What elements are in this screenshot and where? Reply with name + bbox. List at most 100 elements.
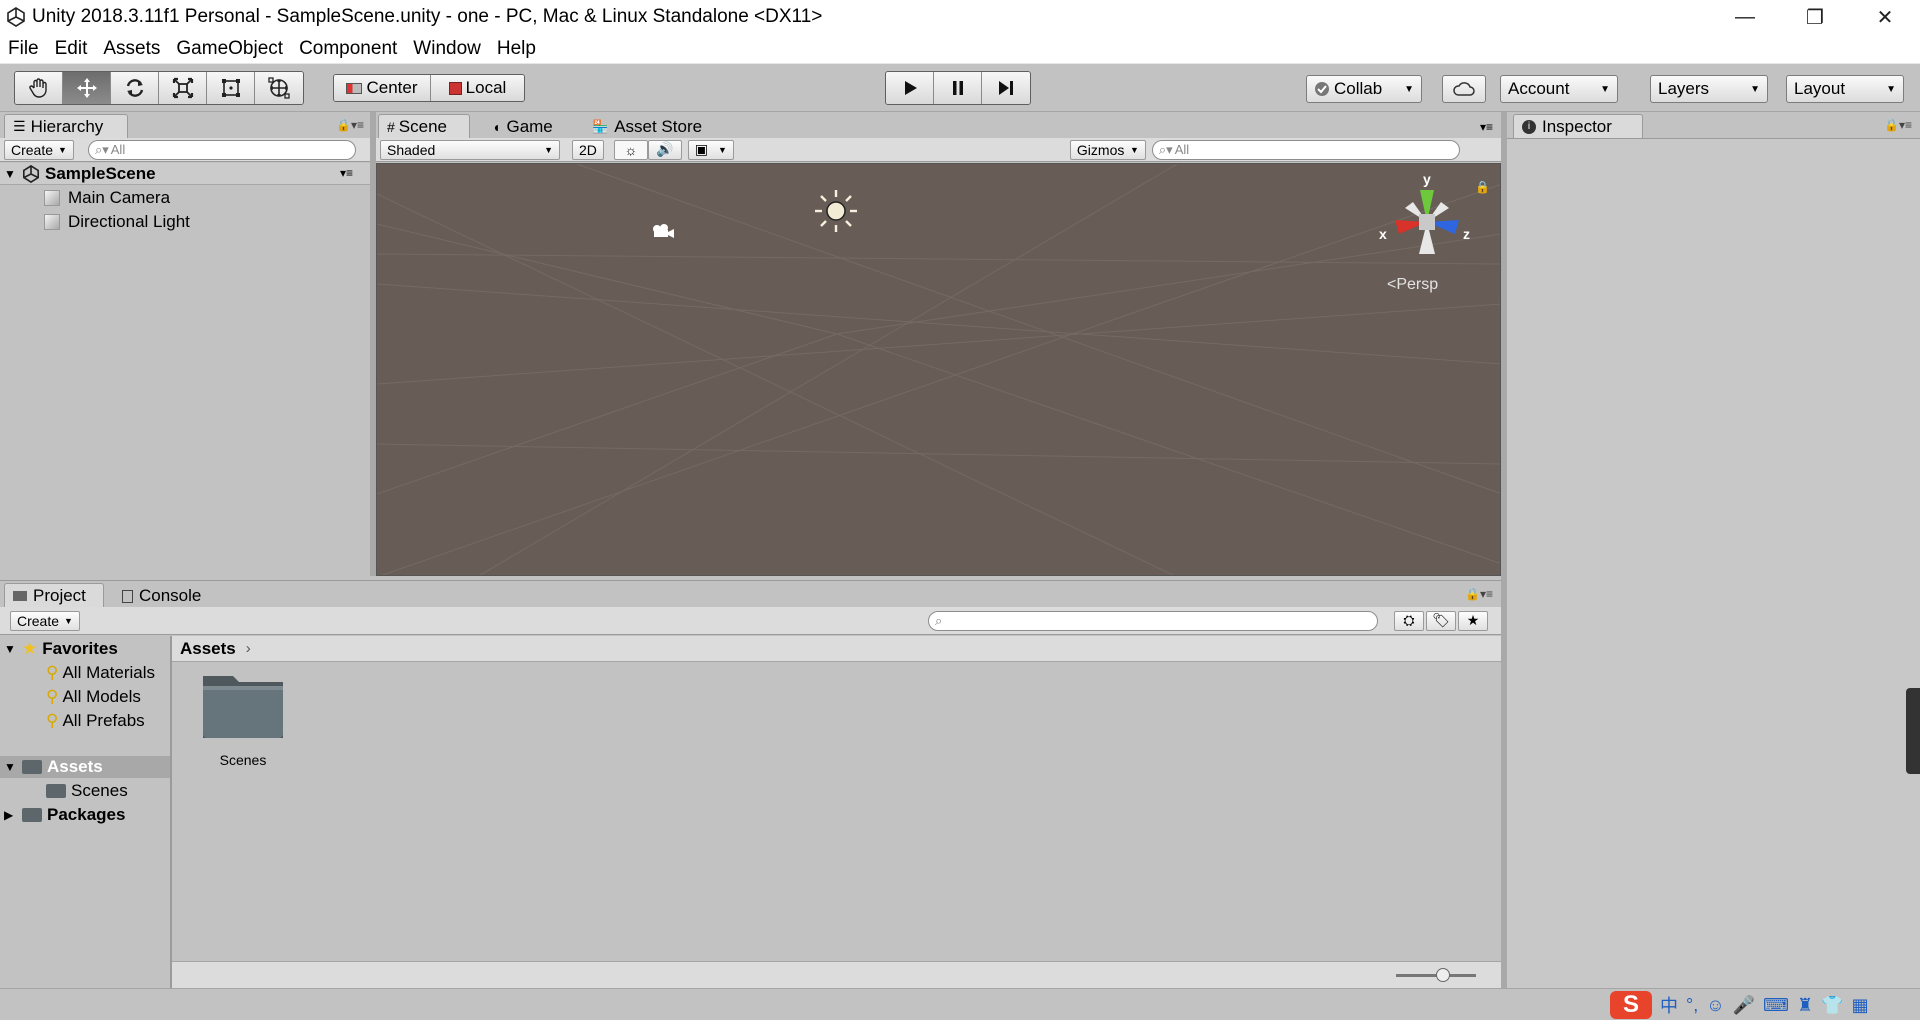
gizmos-dropdown[interactable]: Gizmos ▼ bbox=[1069, 139, 1146, 160]
restore-button[interactable]: ❐ bbox=[1780, 0, 1850, 34]
scene-panel-menu-icon[interactable]: ▾≡ bbox=[1480, 120, 1493, 134]
step-button[interactable] bbox=[982, 72, 1030, 104]
space-toggle[interactable]: Local bbox=[431, 75, 524, 101]
search-by-type-button[interactable]: ⛭ bbox=[1394, 610, 1424, 631]
effects-dropdown[interactable]: ▣ ▼ bbox=[687, 139, 734, 160]
punctuation-icon[interactable]: °, bbox=[1686, 995, 1698, 1016]
transform-tool-icon[interactable] bbox=[255, 72, 303, 104]
close-button[interactable]: ✕ bbox=[1850, 0, 1920, 34]
breadcrumb-item[interactable]: Assets bbox=[180, 639, 236, 659]
asset-store-tab-label: Asset Store bbox=[614, 117, 703, 136]
shading-dropdown[interactable]: Shaded ▼ bbox=[380, 139, 560, 160]
minimize-button[interactable]: — bbox=[1710, 0, 1780, 34]
favorite-item[interactable]: ⚲ All Materials bbox=[46, 662, 155, 684]
collab-check-icon bbox=[1315, 82, 1329, 96]
skin-icon[interactable]: 👕 bbox=[1821, 995, 1843, 1016]
project-create-button[interactable]: Create ▼ bbox=[10, 610, 80, 631]
menu-window[interactable]: Window bbox=[405, 38, 489, 60]
hand-tool-icon[interactable] bbox=[15, 72, 63, 104]
search-icon: ⌕▾ bbox=[94, 141, 109, 157]
icon-size-slider-handle[interactable] bbox=[1436, 968, 1450, 982]
title-bar: Unity 2018.3.11f1 Personal - SampleScene… bbox=[0, 0, 1920, 34]
folder-icon bbox=[22, 808, 42, 822]
tab-game[interactable]: ◖ Game bbox=[492, 115, 553, 139]
tab-asset-store[interactable]: 🏪 Asset Store bbox=[592, 115, 702, 139]
toolbox-icon[interactable]: ♜ bbox=[1797, 995, 1813, 1016]
layers-dropdown[interactable]: Layers ▼ bbox=[1650, 75, 1768, 103]
packages-row[interactable]: ▶ Packages bbox=[4, 804, 125, 826]
space-label: Local bbox=[465, 78, 507, 97]
scale-tool-icon[interactable] bbox=[159, 72, 207, 104]
assets-child-item[interactable]: Scenes bbox=[46, 780, 128, 802]
grid-menu-icon[interactable]: ▦ bbox=[1852, 995, 1869, 1016]
inspector-menu-icon[interactable]: 🔒▾≡ bbox=[1884, 118, 1912, 132]
assets-label: Assets bbox=[47, 757, 103, 776]
menu-assets[interactable]: Assets bbox=[95, 38, 168, 60]
expand-arrow-icon[interactable]: ▼ bbox=[4, 167, 22, 181]
play-button[interactable] bbox=[886, 72, 934, 104]
scene-icon bbox=[22, 165, 40, 183]
collab-dropdown[interactable]: Collab ▼ bbox=[1306, 75, 1422, 103]
image-icon: ▣ bbox=[694, 141, 709, 157]
projection-label[interactable]: <Persp bbox=[1387, 276, 1438, 294]
search-saved-icon: ⚲ bbox=[46, 663, 59, 682]
move-tool-icon[interactable] bbox=[63, 72, 111, 104]
favorite-search-button[interactable]: ★ bbox=[1458, 610, 1488, 631]
menu-file[interactable]: File bbox=[0, 38, 47, 60]
lighting-toggle[interactable]: ☼ bbox=[613, 139, 648, 160]
cloud-button[interactable] bbox=[1442, 75, 1486, 103]
hierarchy-item[interactable]: Directional Light bbox=[44, 211, 190, 233]
menu-component[interactable]: Component bbox=[291, 38, 405, 60]
tab-console[interactable]: Console bbox=[122, 584, 201, 608]
expand-arrow-icon[interactable]: ▼ bbox=[4, 760, 22, 774]
hierarchy-create-button[interactable]: Create ▼ bbox=[4, 139, 74, 160]
rect-tool-icon[interactable] bbox=[207, 72, 255, 104]
scene-options-icon[interactable]: ▾≡ bbox=[340, 166, 353, 180]
tab-hierarchy[interactable]: ☰ Hierarchy bbox=[4, 114, 128, 138]
layout-dropdown[interactable]: Layout ▼ bbox=[1786, 75, 1904, 103]
panel-menu-icon[interactable]: 🔒▾≡ bbox=[336, 118, 364, 132]
audio-toggle[interactable]: 🔊 bbox=[647, 139, 682, 160]
tab-scene[interactable]: # Scene bbox=[378, 114, 470, 138]
folder-tile[interactable]: Scenes bbox=[198, 670, 288, 780]
menu-help[interactable]: Help bbox=[489, 38, 544, 60]
inspector-tab-label: Inspector bbox=[1542, 116, 1612, 136]
scene-search-input[interactable]: ⌕▾ All bbox=[1151, 139, 1460, 160]
sogou-ime-icon[interactable]: S bbox=[1610, 991, 1652, 1019]
tab-project[interactable]: Project bbox=[4, 583, 104, 607]
menu-edit[interactable]: Edit bbox=[47, 38, 96, 60]
chinese-mode-icon[interactable]: 中 bbox=[1660, 992, 1678, 1018]
keyboard-icon[interactable]: ⌨ bbox=[1763, 995, 1789, 1016]
hierarchy-search-input[interactable]: ⌕▾ All bbox=[87, 139, 356, 160]
camera-gizmo-icon[interactable] bbox=[649, 222, 675, 240]
collapse-arrow-icon[interactable]: ▶ bbox=[4, 808, 22, 822]
orientation-gizmo[interactable]: y x z bbox=[1367, 172, 1487, 272]
pause-button[interactable] bbox=[934, 72, 982, 104]
search-by-label-button[interactable]: 🏷 bbox=[1426, 610, 1456, 631]
account-dropdown[interactable]: Account ▼ bbox=[1500, 75, 1618, 103]
project-search-input[interactable]: ⌕ bbox=[928, 610, 1378, 631]
side-dock-handle[interactable] bbox=[1906, 688, 1920, 774]
project-menu-icon[interactable]: 🔒▾≡ bbox=[1465, 587, 1493, 601]
emoji-icon[interactable]: ☺ bbox=[1706, 995, 1724, 1016]
window-title: Unity 2018.3.11f1 Personal - SampleScene… bbox=[32, 6, 823, 27]
rotate-tool-icon[interactable] bbox=[111, 72, 159, 104]
hierarchy-item[interactable]: Main Camera bbox=[44, 187, 170, 209]
favorites-row[interactable]: ▼ ★ Favorites bbox=[4, 638, 118, 660]
pivot-toggle[interactable]: Center bbox=[334, 75, 431, 101]
folder-icon bbox=[46, 784, 66, 798]
mode-2d-toggle[interactable]: 2D bbox=[572, 139, 604, 160]
project-tab-label: Project bbox=[33, 585, 86, 605]
directional-light-gizmo-icon[interactable] bbox=[813, 188, 859, 234]
expand-arrow-icon[interactable]: ▼ bbox=[4, 642, 22, 656]
favorite-item[interactable]: ⚲ All Models bbox=[46, 686, 141, 708]
favorite-item[interactable]: ⚲ All Prefabs bbox=[46, 710, 145, 732]
scene-row[interactable]: ▼ SampleScene bbox=[4, 163, 156, 185]
microphone-icon[interactable]: 🎤 bbox=[1733, 995, 1755, 1016]
assets-row[interactable]: ▼ Assets bbox=[4, 756, 103, 778]
folder-tab-icon bbox=[13, 590, 27, 601]
scene-viewport[interactable]: 🔒 y x z <Persp bbox=[376, 163, 1501, 576]
tab-inspector[interactable]: i Inspector bbox=[1513, 114, 1643, 138]
menu-gameobject[interactable]: GameObject bbox=[168, 38, 291, 60]
layers-label: Layers bbox=[1658, 79, 1710, 98]
